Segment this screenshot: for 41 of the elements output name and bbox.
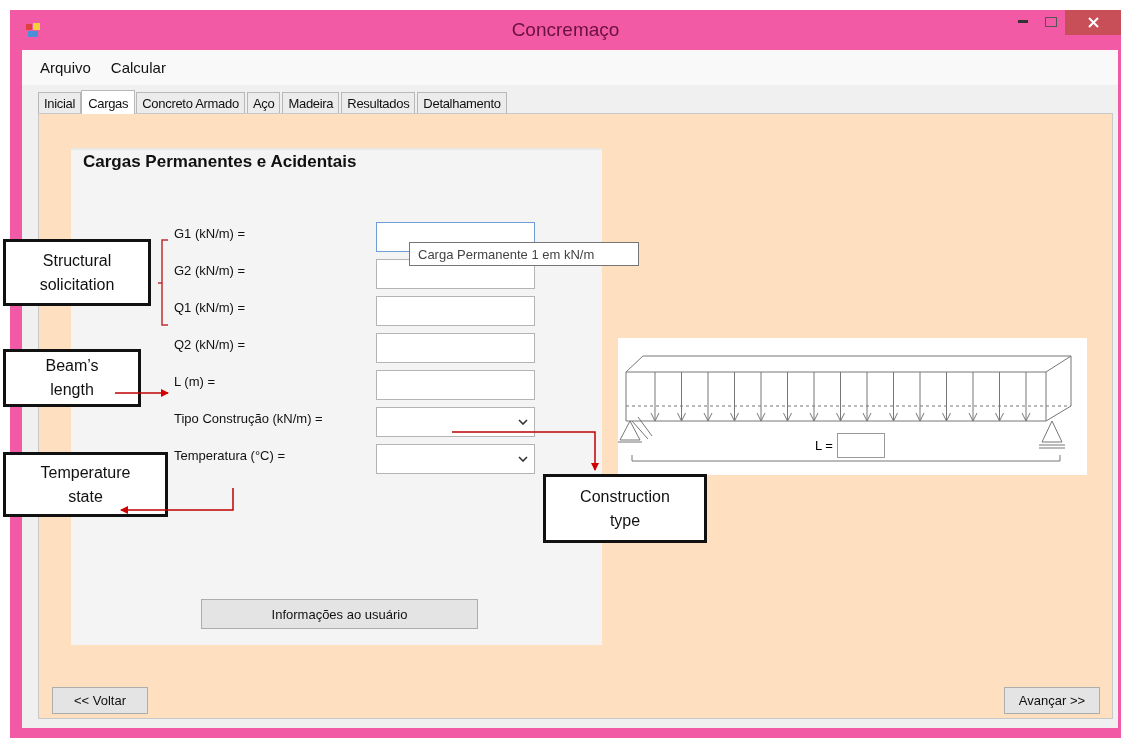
callout-box: Temperature state — [3, 452, 168, 517]
chevron-down-icon — [518, 456, 528, 462]
tab[interactable]: Aço — [246, 92, 281, 113]
field-label: G1 (kN/m) = — [174, 225, 246, 241]
menu-item[interactable]: Arquivo — [34, 57, 97, 78]
window-title: Concremaço — [511, 19, 620, 41]
info-button[interactable]: Informações ao usuário — [201, 599, 478, 629]
callout-box: Structural solicitation — [3, 239, 151, 306]
field-label: L (m) = — [174, 373, 216, 389]
group-title: Cargas Permanentes e Acidentais — [83, 152, 357, 172]
callout-box: Construction type — [543, 474, 707, 543]
maximize-icon — [1045, 17, 1057, 27]
tooltip: Carga Permanente 1 em kN/m — [409, 242, 639, 266]
close-button[interactable] — [1065, 10, 1121, 35]
next-button[interactable]: Avançar >> — [1004, 687, 1100, 714]
menu-item[interactable]: Calcular — [104, 57, 172, 78]
dropdown-field[interactable] — [376, 444, 535, 474]
close-icon — [1087, 17, 1099, 28]
tab[interactable]: Concreto Armado — [136, 92, 245, 113]
app-icon — [25, 22, 41, 38]
tab[interactable]: Madeira — [282, 92, 340, 113]
input-field[interactable] — [376, 296, 535, 326]
field-label: Temperatura (°C) = — [174, 447, 286, 463]
minimize-icon — [1018, 20, 1028, 24]
field-label: G2 (kN/m) = — [174, 262, 246, 278]
input-field[interactable] — [376, 370, 535, 400]
back-button[interactable]: << Voltar — [52, 687, 148, 714]
tab[interactable]: Inicial — [38, 92, 82, 113]
tab[interactable]: Resultados — [341, 92, 416, 113]
leader-arrow — [114, 389, 169, 397]
length-label: L = — [815, 438, 833, 453]
field-label: Q1 (kN/m) = — [174, 299, 246, 315]
chevron-down-icon — [518, 419, 528, 425]
tab[interactable]: Detalhamento — [417, 92, 507, 113]
length-field[interactable] — [836, 433, 885, 458]
field-label: Tipo Construção (kN/m) = — [174, 410, 323, 426]
input-field[interactable] — [376, 333, 535, 363]
dropdown-field[interactable] — [376, 407, 535, 437]
callout-box: Beam’s length — [3, 349, 141, 407]
tab[interactable]: Cargas — [81, 90, 136, 114]
field-label: Q2 (kN/m) = — [174, 336, 246, 352]
